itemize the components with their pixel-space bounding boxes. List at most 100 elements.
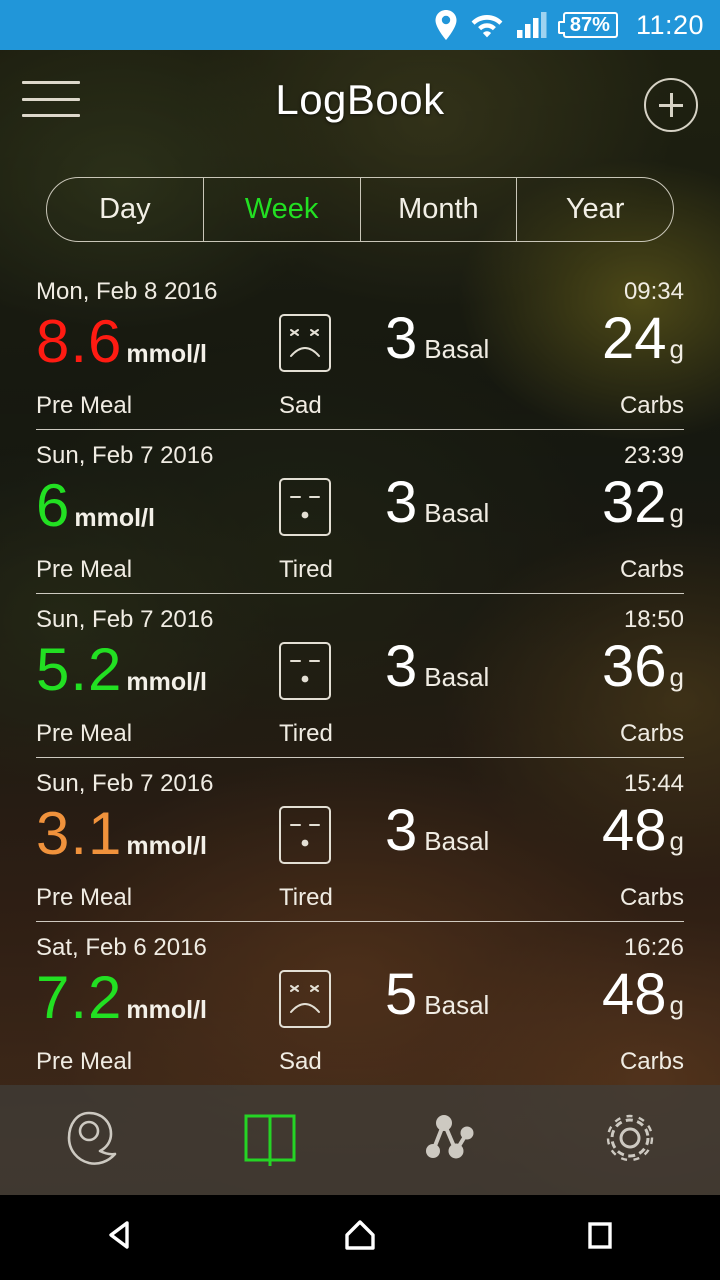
- basal-label: Basal: [424, 334, 490, 364]
- entry-time: 23:39: [623, 442, 684, 469]
- glucose-unit: mmol/l: [126, 668, 207, 696]
- glucose-value: 5.2: [36, 636, 123, 703]
- entry-header: Mon, Feb 8 2016 09:34: [0, 266, 720, 310]
- status-bar-clock: 11:20: [635, 9, 704, 40]
- logbook-entry[interactable]: Sun, Feb 7 2016 18:50 5.2 mmol/l 3 Basal…: [0, 594, 720, 758]
- signal-bars-icon: [516, 12, 547, 38]
- location-pin-icon: [435, 10, 457, 40]
- carbs-unit: g: [669, 990, 684, 1020]
- plus-circle-icon[interactable]: [644, 78, 698, 132]
- glucose-unit: mmol/l: [126, 996, 207, 1024]
- nav-blood-drop[interactable]: [0, 1085, 180, 1195]
- tab-day[interactable]: Day: [47, 178, 204, 241]
- basal-group: 3 Basal: [385, 638, 489, 696]
- entry-footer: Pre Meal Tired Carbs: [0, 720, 720, 758]
- basal-label: Basal: [424, 662, 490, 692]
- basal-group: 3 Basal: [385, 310, 489, 368]
- basal-label: Basal: [424, 498, 490, 528]
- carbs-value: 48: [602, 798, 667, 863]
- glucose-value: 7.2: [36, 964, 123, 1031]
- carbs-group: 48 g: [602, 966, 684, 1024]
- carbs-group: 36 g: [602, 638, 684, 696]
- mood-label: Tired: [279, 884, 333, 911]
- entry-header: Sun, Feb 7 2016 18:50: [0, 594, 720, 638]
- basal-label: Basal: [424, 990, 490, 1020]
- mood-label: Sad: [279, 392, 322, 419]
- entry-header: Sat, Feb 6 2016 16:26: [0, 922, 720, 966]
- bottom-navigation-bar: [0, 1085, 720, 1195]
- logbook-entry[interactable]: Sun, Feb 7 2016 15:44 3.1 mmol/l 3 Basal…: [0, 758, 720, 922]
- meal-label: Pre Meal: [36, 884, 133, 911]
- sad-face-icon: [279, 314, 331, 372]
- nav-logbook[interactable]: [180, 1085, 360, 1195]
- entry-header: Sun, Feb 7 2016 23:39: [0, 430, 720, 474]
- carbs-label: Carbs: [619, 392, 684, 419]
- basal-group: 3 Basal: [385, 802, 489, 860]
- carbs-group: 48 g: [602, 802, 684, 860]
- back-button[interactable]: [0, 1213, 240, 1262]
- mood-label: Sad: [279, 1048, 322, 1075]
- tab-week[interactable]: Week: [204, 178, 361, 241]
- entry-time: 16:26: [623, 934, 684, 961]
- period-segmented-control: Day Week Month Year: [46, 177, 674, 242]
- entry-header: Sun, Feb 7 2016 15:44: [0, 758, 720, 802]
- carbs-unit: g: [669, 826, 684, 856]
- glucose-value-group: 5.2 mmol/l: [36, 640, 207, 700]
- entry-date: Mon, Feb 8 2016: [36, 278, 218, 305]
- tired-face-icon: [279, 478, 331, 536]
- glucose-value-group: 6 mmol/l: [36, 476, 155, 536]
- entry-time: 09:34: [623, 278, 684, 305]
- entry-body: 7.2 mmol/l 5 Basal 48 g: [0, 966, 720, 1048]
- basal-value: 5: [385, 962, 418, 1027]
- tired-face-icon: [279, 806, 331, 864]
- app-bar: LogBook: [0, 50, 720, 150]
- basal-label: Basal: [424, 826, 490, 856]
- glucose-unit: mmol/l: [74, 504, 155, 532]
- carbs-value: 36: [602, 634, 667, 699]
- tab-year[interactable]: Year: [517, 178, 673, 241]
- glucose-value: 6: [36, 472, 71, 539]
- battery-icon: 87%: [557, 12, 618, 38]
- logbook-entry[interactable]: Sat, Feb 6 2016 16:26 7.2 mmol/l 5 Basal…: [0, 922, 720, 1085]
- back-icon: [98, 1213, 142, 1262]
- recents-button[interactable]: [480, 1213, 720, 1262]
- mood-label: Tired: [279, 720, 333, 747]
- entry-body: 6 mmol/l 3 Basal 32 g: [0, 474, 720, 556]
- carbs-unit: g: [669, 498, 684, 528]
- entry-time: 15:44: [623, 770, 684, 797]
- entry-date: Sat, Feb 6 2016: [36, 934, 207, 961]
- glucose-value: 8.6: [36, 308, 123, 375]
- logbook-entry[interactable]: Sun, Feb 7 2016 23:39 6 mmol/l 3 Basal 3…: [0, 430, 720, 594]
- carbs-value: 48: [602, 962, 667, 1027]
- logbook-entry-list[interactable]: Mon, Feb 8 2016 09:34 8.6 mmol/l 3 Basal…: [0, 266, 720, 1085]
- logbook-entry[interactable]: Mon, Feb 8 2016 09:34 8.6 mmol/l 3 Basal…: [0, 266, 720, 430]
- carbs-label: Carbs: [619, 1048, 684, 1075]
- entry-date: Sun, Feb 7 2016: [36, 442, 214, 469]
- nav-settings[interactable]: [540, 1085, 720, 1195]
- status-bar: 87% 11:20: [0, 0, 720, 50]
- phone-screen: 87% 11:20 LogBook Day Week Month Year Mo…: [0, 0, 720, 1280]
- home-button[interactable]: [240, 1213, 480, 1262]
- basal-group: 5 Basal: [385, 966, 489, 1024]
- meal-label: Pre Meal: [36, 556, 133, 583]
- entry-body: 5.2 mmol/l 3 Basal 36 g: [0, 638, 720, 720]
- nav-chart[interactable]: [360, 1085, 540, 1195]
- home-icon: [338, 1213, 382, 1262]
- logbook-icon: [242, 1110, 298, 1171]
- sad-face-icon: [279, 970, 331, 1028]
- carbs-group: 24 g: [602, 310, 684, 368]
- carbs-group: 32 g: [602, 474, 684, 532]
- meal-label: Pre Meal: [36, 720, 133, 747]
- settings-gear-icon: [601, 1109, 659, 1172]
- entry-footer: Pre Meal Sad Carbs: [0, 1048, 720, 1085]
- carbs-label: Carbs: [619, 556, 684, 583]
- basal-value: 3: [385, 634, 418, 699]
- basal-value: 3: [385, 798, 418, 863]
- carbs-label: Carbs: [619, 720, 684, 747]
- carbs-value: 24: [602, 306, 667, 371]
- android-navigation-bar: [0, 1195, 720, 1280]
- wifi-icon: [471, 12, 503, 38]
- chart-icon: [420, 1109, 480, 1172]
- tab-month[interactable]: Month: [361, 178, 518, 241]
- carbs-value: 32: [602, 470, 667, 535]
